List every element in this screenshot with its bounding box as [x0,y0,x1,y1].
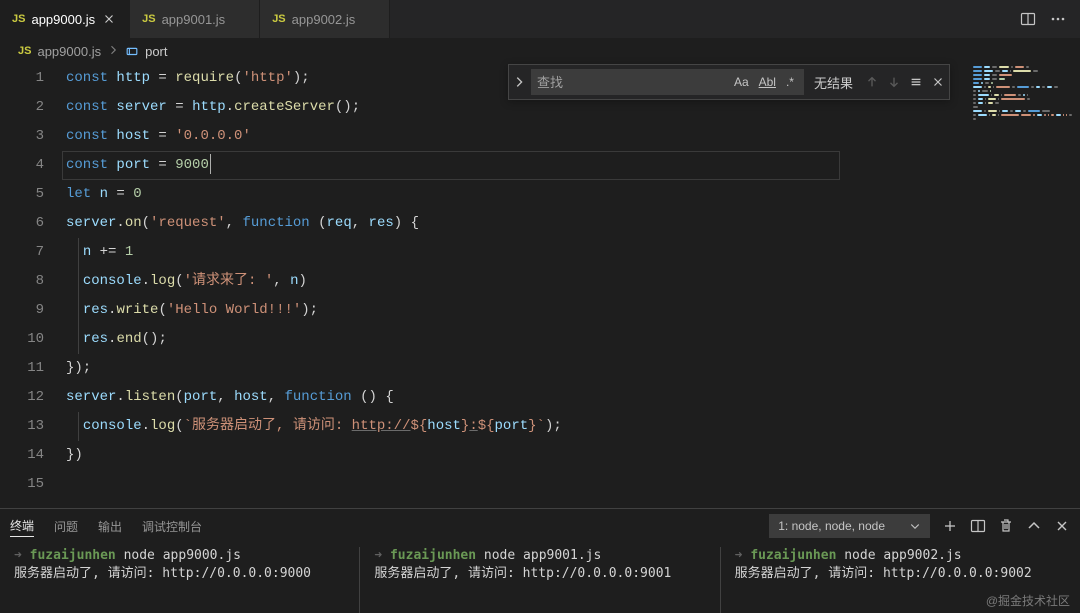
terminal-pane[interactable]: ➜ fuzaijunhen node app9001.js服务器启动了, 请访问… [360,547,720,613]
tab-label: app9002.js [292,12,356,27]
find-widget: Aa Abl .* 无结果 [508,64,950,100]
panel-tab-problems[interactable]: 问题 [54,516,78,537]
terminal-pane[interactable]: ➜ fuzaijunhen node app9000.js服务器启动了, 请访问… [0,547,360,613]
close-icon[interactable] [101,11,117,27]
javascript-icon: JS [272,13,285,25]
regex-toggle[interactable]: .* [782,73,798,91]
code-line[interactable]: }); [66,354,960,383]
whole-word-toggle[interactable]: Abl [755,73,780,91]
code-line[interactable]: const host = '0.0.0.0' [66,122,960,151]
code-line[interactable]: server.listen(port, host, function () { [66,383,960,412]
tab-actions [1006,11,1080,27]
line-number: 2 [0,93,44,122]
symbol-variable-icon [125,44,139,58]
split-terminal-icon[interactable] [970,518,986,534]
code-line[interactable]: n += 1 [66,238,960,267]
line-number: 8 [0,267,44,296]
panel-tab-terminal[interactable]: 终端 [10,515,34,537]
find-in-selection-icon[interactable] [905,71,927,93]
line-number: 4 [0,151,44,180]
editor-tab[interactable]: JS app9000.js [0,0,130,38]
line-number: 14 [0,441,44,470]
breadcrumb-symbol: port [145,44,167,59]
code-line[interactable]: console.log('请求来了: ', n) [66,267,960,296]
line-number-gutter: 123456789101112131415 [0,64,66,508]
line-number: 7 [0,238,44,267]
more-actions-icon[interactable] [1050,11,1066,27]
terminal-split-container: ➜ fuzaijunhen node app9000.js服务器启动了, 请访问… [0,543,1080,613]
code-line[interactable]: res.write('Hello World!!!'); [66,296,960,325]
code-line[interactable]: }) [66,441,960,470]
match-case-toggle[interactable]: Aa [730,73,753,91]
editor-tab[interactable]: JS app9002.js [260,0,390,38]
toggle-replace-icon[interactable] [509,65,529,99]
panel-tab-bar: 终端 问题 输出 调试控制台 1: node, node, node [0,509,1080,543]
breadcrumb-file: app9000.js [37,44,101,59]
code-line[interactable]: let n = 0 [66,180,960,209]
code-line[interactable]: server.on('request', function (req, res)… [66,209,960,238]
bottom-panel: 终端 问题 输出 调试控制台 1: node, node, node [0,508,1080,613]
line-number: 9 [0,296,44,325]
code-line[interactable]: res.end(); [66,325,960,354]
find-previous-icon[interactable] [861,71,883,93]
line-number: 10 [0,325,44,354]
line-number: 3 [0,122,44,151]
new-terminal-icon[interactable] [942,518,958,534]
close-find-icon[interactable] [927,71,949,93]
javascript-icon: JS [18,45,31,57]
tab-label: app9000.js [31,12,95,27]
line-number: 15 [0,470,44,499]
chevron-right-icon [107,44,119,59]
breadcrumb[interactable]: JS app9000.js port [0,38,1080,64]
find-next-icon[interactable] [883,71,905,93]
watermark: @掘金技术社区 [986,592,1070,609]
javascript-icon: JS [142,13,155,25]
panel-tab-debug[interactable]: 调试控制台 [142,516,202,537]
code-line[interactable]: const port = 9000 [66,151,960,180]
maximize-panel-icon[interactable] [1026,518,1042,534]
find-results-count: 无结果 [806,73,861,92]
code-editor[interactable]: 123456789101112131415 const http = requi… [0,64,1080,508]
minimap[interactable] [964,64,1080,508]
line-number: 11 [0,354,44,383]
editor-tab-bar: JS app9000.js JS app9001.js JS app9002.j… [0,0,1080,38]
panel-tab-output[interactable]: 输出 [98,516,122,537]
code-line[interactable]: console.log(`服务器启动了, 请访问: http://${host}… [66,412,960,441]
terminal-selector[interactable]: 1: node, node, node [769,514,930,538]
find-input[interactable] [537,75,728,90]
line-number: 12 [0,383,44,412]
terminal-selector-label: 1: node, node, node [778,519,885,533]
panel-actions: 1: node, node, node [769,514,1070,538]
line-number: 6 [0,209,44,238]
line-number: 13 [0,412,44,441]
split-editor-icon[interactable] [1020,11,1036,27]
code-line[interactable] [66,470,960,499]
javascript-icon: JS [12,13,25,25]
line-number: 1 [0,64,44,93]
kill-terminal-icon[interactable] [998,518,1014,534]
close-panel-icon[interactable] [1054,518,1070,534]
editor-tab[interactable]: JS app9001.js [130,0,260,38]
line-number: 5 [0,180,44,209]
code-content[interactable]: const http = require('http');const serve… [66,64,1080,508]
tab-label: app9001.js [162,12,226,27]
find-input-wrap: Aa Abl .* [531,69,804,95]
